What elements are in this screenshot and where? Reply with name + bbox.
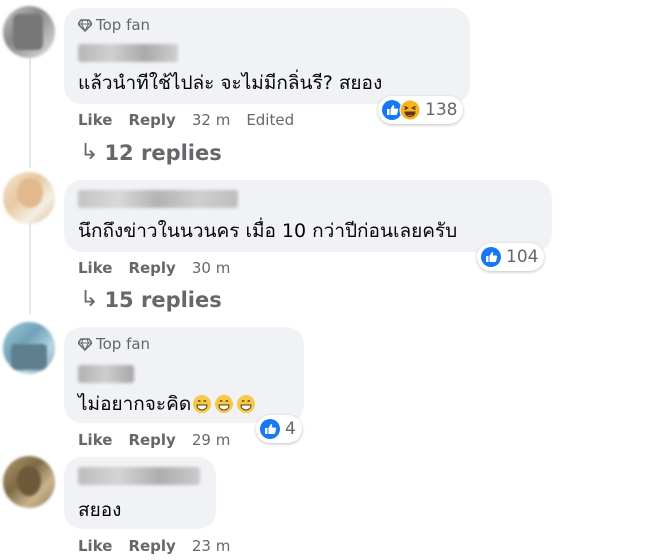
- reaction-summary[interactable]: 4: [256, 415, 302, 443]
- comment-text: ไม่อยากจะคิด: [78, 389, 256, 419]
- like-button[interactable]: Like: [78, 537, 112, 555]
- reaction-count: 138: [425, 100, 458, 120]
- timestamp[interactable]: 23 m: [192, 537, 230, 555]
- comment-bubble: Top fan แล้วนำทีใช้ไปล่ะ จะไม่มีกลิ่นรี?…: [64, 8, 470, 104]
- badge-label: Top fan: [96, 335, 151, 353]
- view-replies-button[interactable]: ↳ 15 replies: [80, 287, 222, 312]
- thread-line: [29, 222, 31, 314]
- replies-label: 15 replies: [104, 287, 222, 312]
- like-button[interactable]: Like: [78, 111, 112, 129]
- comment-bubble: นึกถึงข่าวในนวนคร เมื่อ 10 กว่าปีก่อนเลย…: [64, 180, 552, 252]
- avatar[interactable]: [3, 322, 55, 374]
- like-button[interactable]: Like: [78, 259, 112, 277]
- replies-label: 12 replies: [104, 140, 222, 165]
- reply-button[interactable]: Reply: [128, 431, 175, 449]
- top-fan-badge: Top fan: [78, 335, 150, 353]
- comment-text: สยอง: [78, 499, 122, 521]
- diamond-icon: [78, 19, 92, 32]
- like-button[interactable]: Like: [78, 431, 112, 449]
- edited-label: Edited: [246, 111, 295, 129]
- reply-arrow-icon: ↳: [80, 140, 99, 165]
- commenter-name[interactable]: [78, 190, 238, 208]
- thread-line: [29, 58, 31, 168]
- avatar[interactable]: [3, 6, 55, 58]
- view-replies-button[interactable]: ↳ 12 replies: [80, 140, 222, 165]
- avatar[interactable]: [3, 172, 55, 224]
- commenter-name[interactable]: [78, 365, 134, 383]
- timestamp[interactable]: 29 m: [192, 431, 230, 449]
- comment-actions: Like Reply 23 m: [78, 537, 230, 555]
- reply-arrow-icon: ↳: [80, 287, 99, 312]
- comment-actions: Like Reply 32 m Edited: [78, 111, 294, 129]
- comment-text: นึกถึงข่าวในนวนคร เมื่อ 10 กว่าปีก่อนเลย…: [78, 220, 458, 242]
- reply-button[interactable]: Reply: [128, 537, 175, 555]
- diamond-icon: [78, 338, 92, 351]
- reaction-count: 4: [285, 419, 296, 439]
- commenter-name[interactable]: [78, 467, 200, 485]
- comment-actions: Like Reply 29 m: [78, 431, 230, 449]
- reply-button[interactable]: Reply: [128, 259, 175, 277]
- comment-bubble: สยอง: [64, 457, 216, 529]
- reaction-summary[interactable]: 138: [378, 96, 464, 124]
- like-reaction-icon: [481, 247, 501, 267]
- grin-emoji-icon: [214, 394, 234, 414]
- reply-button[interactable]: Reply: [128, 111, 175, 129]
- haha-reaction-icon: [399, 99, 421, 121]
- badge-label: Top fan: [96, 16, 151, 34]
- comment-text-body: ไม่อยากจะคิด: [78, 393, 192, 415]
- comment-bubble: Top fan ไม่อยากจะคิด: [64, 327, 304, 423]
- reaction-count: 104: [506, 247, 539, 267]
- comment-actions: Like Reply 30 m: [78, 259, 230, 277]
- comment-text: แล้วนำทีใช้ไปล่ะ จะไม่มีกลิ่นรี? สยอง: [78, 72, 383, 94]
- grin-emoji-icon: [236, 394, 256, 414]
- timestamp[interactable]: 30 m: [192, 259, 230, 277]
- avatar[interactable]: [3, 456, 55, 508]
- reaction-summary[interactable]: 104: [477, 243, 545, 271]
- top-fan-badge: Top fan: [78, 16, 150, 34]
- grin-emoji-icon: [192, 394, 212, 414]
- like-reaction-icon: [260, 419, 280, 439]
- commenter-name[interactable]: [78, 44, 178, 62]
- timestamp[interactable]: 32 m: [192, 111, 230, 129]
